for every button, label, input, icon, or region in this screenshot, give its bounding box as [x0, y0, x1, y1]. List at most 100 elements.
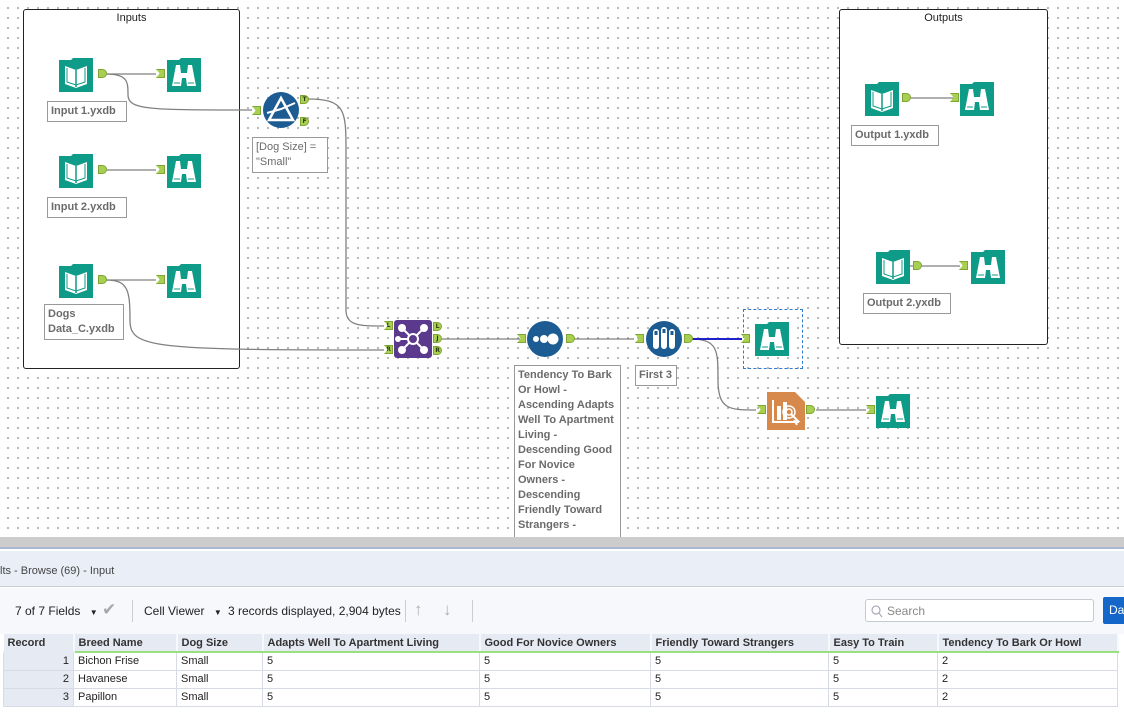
output-data-tool-2[interactable]	[874, 248, 912, 286]
cell[interactable]: 5	[479, 651, 651, 671]
join-tool[interactable]	[394, 320, 432, 358]
cell[interactable]: 5	[262, 687, 480, 707]
binoculars-icon	[960, 82, 994, 116]
binoculars-icon	[167, 264, 201, 298]
arrow-up-icon[interactable]: ↑	[414, 600, 423, 620]
browse-tool-output-1[interactable]	[958, 80, 996, 118]
join-output-anchor[interactable]: J	[433, 334, 442, 343]
checkmark-icon[interactable]: ✔	[102, 600, 116, 620]
browse-tool-selected[interactable]	[753, 320, 791, 358]
tool-annotation: [Dog Size] = "Small"	[252, 137, 328, 173]
output-data-tool-1[interactable]	[863, 80, 901, 118]
sort-tool[interactable]	[526, 320, 564, 358]
cell-viewer-dropdown[interactable]: Cell Viewer ▼	[144, 604, 222, 618]
search-input[interactable]: Search	[865, 599, 1094, 622]
toolbar-divider	[405, 600, 406, 622]
cell[interactable]: 5	[650, 687, 829, 707]
browse-tool-3[interactable]	[165, 262, 203, 300]
cell[interactable]: 5	[479, 687, 651, 707]
cell[interactable]: 2	[937, 651, 1118, 671]
tool-annotation: Output 2.yxdb	[863, 293, 951, 314]
results-grid: Record Breed Name Dog Size Adapts Well T…	[3, 634, 1119, 707]
book-icon	[59, 154, 93, 188]
cell[interactable]: 5	[828, 669, 938, 689]
fields-dropdown[interactable]: 7 of 7 Fields ▼	[15, 604, 98, 618]
cell[interactable]: Bichon Frise	[73, 651, 177, 671]
cell[interactable]: 5	[828, 651, 938, 671]
output-anchor[interactable]	[98, 275, 107, 284]
column-header-record[interactable]: Record	[3, 634, 75, 653]
input-anchor[interactable]	[517, 334, 526, 343]
input-anchor[interactable]	[757, 405, 766, 414]
cell[interactable]: 5	[828, 687, 938, 707]
right-input-anchor[interactable]: R	[384, 345, 393, 354]
test-tubes-icon	[646, 321, 682, 357]
left-input-anchor[interactable]: L	[384, 321, 393, 330]
results-table: Record Breed Name Dog Size Adapts Well T…	[3, 634, 1119, 707]
true-anchor[interactable]: T	[300, 95, 309, 104]
container-title: Inputs	[116, 12, 147, 24]
cell[interactable]: Small	[176, 687, 263, 707]
input-data-tool-3[interactable]	[57, 262, 95, 300]
cell[interactable]: 2	[937, 669, 1118, 689]
cell[interactable]: 5	[479, 669, 651, 689]
insight-tool[interactable]	[767, 392, 805, 430]
table-row[interactable]: 2 Havanese Small 5 5 5 5 2	[3, 669, 1118, 689]
binoculars-icon	[755, 322, 789, 356]
output-anchor[interactable]	[902, 93, 911, 102]
browse-tool-output-2[interactable]	[969, 248, 1007, 286]
binoculars-icon	[167, 58, 201, 92]
output-anchor[interactable]	[913, 261, 922, 270]
browse-tool-insight[interactable]	[874, 392, 912, 430]
output-anchor[interactable]	[806, 405, 815, 414]
output-anchor[interactable]	[566, 334, 575, 343]
wire	[307, 98, 385, 327]
input-data-tool-2[interactable]	[57, 152, 95, 190]
chevron-down-icon: ▼	[89, 608, 98, 617]
column-header-bark-howl[interactable]: Tendency To Bark Or Howl	[937, 634, 1119, 653]
book-icon	[865, 82, 899, 116]
data-button[interactable]: Da	[1103, 597, 1124, 624]
input-anchor[interactable]	[252, 106, 261, 115]
input-data-tool-1[interactable]	[57, 56, 95, 94]
column-header-easy-train[interactable]: Easy To Train	[828, 634, 939, 653]
records-status: 3 records displayed, 2,904 bytes	[228, 604, 401, 618]
column-header-breed-name[interactable]: Breed Name	[73, 634, 178, 653]
cell[interactable]: 5	[262, 669, 480, 689]
output-anchor[interactable]	[98, 165, 107, 174]
record-number: 1	[3, 651, 74, 671]
right-output-anchor[interactable]: R	[433, 346, 442, 355]
cell[interactable]: 2	[937, 687, 1118, 707]
panel-splitter[interactable]	[0, 537, 1124, 549]
cell[interactable]: 5	[262, 651, 480, 671]
sample-tool[interactable]	[645, 320, 683, 358]
column-header-strangers[interactable]: Friendly Toward Strangers	[650, 634, 830, 653]
column-header-dog-size[interactable]: Dog Size	[176, 634, 264, 653]
left-output-anchor[interactable]: L	[433, 322, 442, 331]
workflow-canvas[interactable]: Inputs Outputs Input 1.yxdb Input 2.yxdb…	[0, 0, 1124, 537]
cell[interactable]: Small	[176, 669, 263, 689]
results-panel-header: lts - Browse (69) - Input	[0, 551, 1124, 587]
table-row[interactable]: 3 Papillon Small 5 5 5 5 2	[3, 687, 1118, 707]
column-header-novice[interactable]: Good For Novice Owners	[479, 634, 652, 653]
cell[interactable]: Papillon	[73, 687, 177, 707]
filter-prism-icon	[263, 92, 299, 128]
output-anchor[interactable]	[684, 334, 693, 343]
arrow-down-icon[interactable]: ↓	[443, 600, 452, 620]
browse-tool-2[interactable]	[165, 152, 203, 190]
table-row[interactable]: 1 Bichon Frise Small 5 5 5 5 2	[3, 651, 1118, 671]
output-anchor[interactable]	[98, 69, 107, 78]
cell[interactable]: Havanese	[73, 669, 177, 689]
false-anchor[interactable]: F	[300, 117, 309, 126]
filter-tool[interactable]	[262, 91, 300, 129]
cell[interactable]: 5	[650, 669, 829, 689]
book-icon	[876, 250, 910, 284]
cell[interactable]: Small	[176, 651, 263, 671]
binoculars-icon	[167, 154, 201, 188]
column-header-apartment[interactable]: Adapts Well To Apartment Living	[262, 634, 481, 653]
browse-tool-1[interactable]	[165, 56, 203, 94]
insight-chart-icon	[767, 392, 805, 430]
sort-dots-icon	[527, 321, 563, 357]
cell[interactable]: 5	[650, 651, 829, 671]
input-anchor[interactable]	[635, 334, 644, 343]
